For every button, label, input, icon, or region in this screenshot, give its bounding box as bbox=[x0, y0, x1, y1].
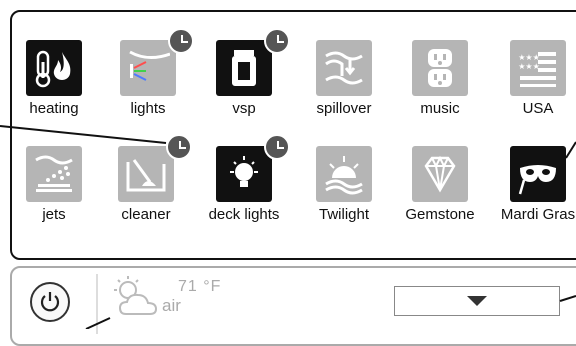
controls-panel bbox=[10, 10, 576, 260]
mask-icon bbox=[510, 146, 566, 202]
sunset-icon bbox=[316, 146, 372, 202]
power-button[interactable] bbox=[30, 282, 70, 322]
tile-label: USA bbox=[522, 100, 554, 117]
tile-jets[interactable]: jets bbox=[14, 146, 94, 223]
outlet-icon bbox=[412, 40, 468, 96]
temperature-text: 71 °F bbox=[178, 278, 222, 295]
svg-text:★★★: ★★★ bbox=[518, 62, 540, 71]
tile-usa[interactable]: ★★★ ★★★ USA bbox=[498, 40, 576, 117]
tile-gemstone[interactable]: Gemstone bbox=[400, 146, 480, 223]
divider bbox=[96, 274, 98, 334]
tile-label: jets bbox=[42, 206, 66, 223]
weather-widget: 71 °F air bbox=[108, 274, 238, 324]
jets-icon bbox=[26, 146, 82, 202]
schedule-clock-icon bbox=[264, 134, 290, 160]
svg-text:★★★: ★★★ bbox=[518, 53, 540, 62]
schedule-clock-icon bbox=[168, 28, 194, 54]
flag-icon: ★★★ ★★★ bbox=[510, 40, 566, 96]
tile-label: Twilight bbox=[318, 206, 370, 223]
tile-label: lights bbox=[130, 100, 166, 117]
tile-music[interactable]: music bbox=[400, 40, 480, 117]
partly-cloudy-icon bbox=[114, 276, 158, 315]
tile-deck-lights[interactable]: deck lights bbox=[204, 134, 290, 223]
tile-label: heating bbox=[29, 100, 79, 117]
power-icon bbox=[40, 292, 60, 312]
status-bar: 71 °F air bbox=[10, 266, 576, 346]
schedule-clock-icon bbox=[166, 134, 192, 160]
tile-lights[interactable]: lights bbox=[108, 28, 194, 117]
tile-label: deck lights bbox=[208, 206, 280, 223]
thermometer-flame-icon bbox=[26, 40, 82, 96]
tile-heating[interactable]: heating bbox=[14, 40, 94, 117]
bulb-icon bbox=[216, 134, 290, 202]
tile-label: Gemstone bbox=[405, 206, 475, 223]
tile-cleaner[interactable]: cleaner bbox=[106, 134, 192, 223]
pool-cleaner-icon bbox=[118, 134, 192, 202]
tile-label: spillover bbox=[316, 100, 372, 117]
pump-icon bbox=[216, 28, 290, 96]
tile-label: cleaner bbox=[121, 206, 171, 223]
expand-dropdown-button[interactable] bbox=[394, 286, 560, 316]
tile-mardi-gras[interactable]: Mardi Gras bbox=[498, 146, 576, 223]
tile-twilight[interactable]: Twilight bbox=[304, 146, 384, 223]
schedule-clock-icon bbox=[264, 28, 290, 54]
temperature-source-label: air bbox=[162, 296, 181, 315]
tile-label: vsp bbox=[232, 100, 256, 117]
diamond-icon bbox=[412, 146, 468, 202]
spillover-icon bbox=[316, 40, 372, 96]
tile-label: Mardi Gras bbox=[500, 206, 576, 223]
tile-vsp[interactable]: vsp bbox=[204, 28, 290, 117]
light-beam-icon bbox=[120, 28, 194, 96]
tile-label: music bbox=[420, 100, 460, 117]
tile-spillover[interactable]: spillover bbox=[304, 40, 384, 117]
triangle-down-icon bbox=[467, 296, 487, 306]
